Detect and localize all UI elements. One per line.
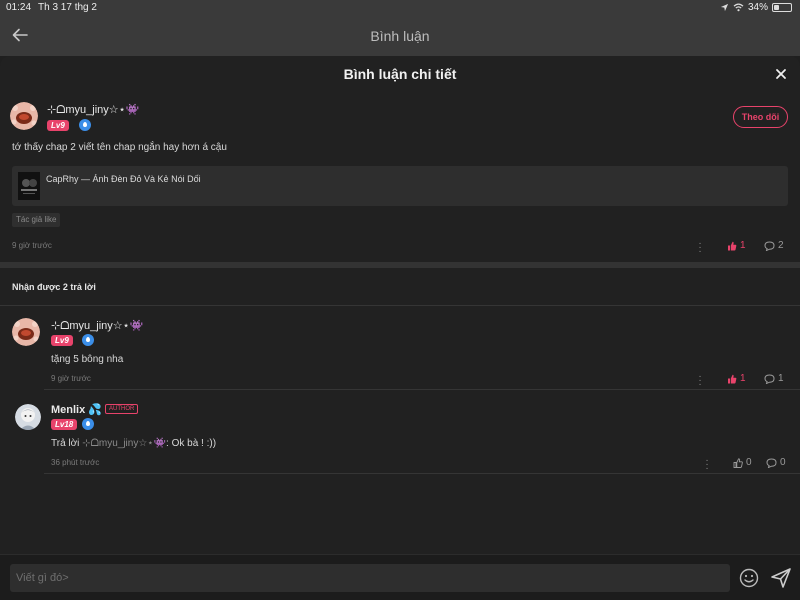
reply-text: tặng 5 bông nha xyxy=(51,354,124,365)
like-button[interactable]: 0 xyxy=(733,457,752,468)
status-bar: 01:24 Th 3 17 thg 2 34% xyxy=(0,0,800,16)
more-options-icon[interactable]: · · · xyxy=(697,239,703,257)
replies-header: Nhận được 2 trả lời xyxy=(12,282,96,292)
status-time: 01:24 xyxy=(6,2,32,13)
username[interactable]: ⊹ᗝmyu_jiny☆⋆👾 xyxy=(47,103,139,117)
sheet-title: Bình luận chi tiết xyxy=(343,66,457,82)
level-badge: Lv9 xyxy=(51,335,73,346)
chapter-link-card[interactable]: CapRhy — Ánh Đèn Đỏ Và Kẻ Nói Dối xyxy=(12,166,788,206)
comment-bubble-icon xyxy=(764,373,775,384)
like-count: 1 xyxy=(740,373,746,384)
username[interactable]: Menlix 💦 xyxy=(51,403,102,416)
divider xyxy=(0,305,800,306)
follow-button[interactable]: Theo dõi xyxy=(733,106,788,128)
more-options-icon[interactable]: · · · xyxy=(697,372,703,390)
comment-detail-sheet: Bình luận chi tiết ⊹ᗝmyu_jiny☆⋆👾 Lv9 The… xyxy=(0,56,800,600)
water-drop-badge-icon xyxy=(82,334,94,346)
reply-time: 36 phút trước xyxy=(51,458,100,467)
comment-composer xyxy=(0,554,800,600)
reply-count-button[interactable]: 2 xyxy=(764,240,784,251)
like-count: 1 xyxy=(740,240,746,251)
water-drop-badge-icon xyxy=(79,119,91,131)
comment-text: tớ thấy chap 2 viết tên chap ngắn hay hơ… xyxy=(12,142,227,153)
avatar[interactable] xyxy=(12,318,40,346)
reply-text: : Ok bà ! :)) xyxy=(166,438,217,449)
username[interactable]: ⊹ᗝmyu_jiny☆⋆👾 xyxy=(51,319,143,333)
like-count: 0 xyxy=(746,457,752,468)
page-title: Bình luận xyxy=(370,28,430,44)
reply-count: 1 xyxy=(778,373,784,384)
chapter-title: CapRhy — Ánh Đèn Đỏ Và Kẻ Nói Dối xyxy=(46,174,201,184)
reply-prefix: Trả lời xyxy=(51,438,80,449)
water-drop-badge-icon xyxy=(82,418,94,430)
send-icon[interactable] xyxy=(770,567,792,589)
thumbs-up-outline-icon xyxy=(733,457,743,468)
reply-count-button[interactable]: 0 xyxy=(766,457,786,468)
author-liked-badge: Tác giả like xyxy=(12,213,61,227)
avatar-image xyxy=(12,318,40,346)
reply-time: 9 giờ trước xyxy=(51,374,91,383)
status-date: Th 3 17 thg 2 xyxy=(38,2,97,13)
battery-icon xyxy=(772,3,792,12)
chapter-thumbnail xyxy=(18,172,40,200)
battery-fill xyxy=(774,5,779,10)
divider xyxy=(44,473,800,474)
level-badge: Lv18 xyxy=(51,419,78,430)
comment-input[interactable] xyxy=(10,564,730,592)
close-icon[interactable] xyxy=(774,67,788,81)
avatar[interactable] xyxy=(10,102,38,130)
comment-time: 9 giờ trước xyxy=(12,241,52,250)
avatar[interactable] xyxy=(15,404,41,430)
comment-bubble-icon xyxy=(764,240,775,251)
wifi-icon xyxy=(733,3,744,12)
more-options-icon[interactable]: · · · xyxy=(704,456,710,474)
top-nav: Bình luận xyxy=(0,16,800,56)
thumbs-up-icon xyxy=(728,374,737,383)
reply-count-button[interactable]: 1 xyxy=(764,373,784,384)
battery-percent: 34% xyxy=(747,2,768,13)
divider xyxy=(44,389,800,390)
reply-count: 0 xyxy=(780,457,786,468)
avatar-image xyxy=(15,404,41,430)
location-icon xyxy=(720,3,729,12)
author-tag: AUTHOR xyxy=(105,404,139,414)
avatar-image xyxy=(10,102,38,130)
section-divider xyxy=(0,262,800,268)
comment-bubble-icon xyxy=(766,457,777,468)
reply-mention[interactable]: ⊹ᗝmyu_jiny☆⋆👾 xyxy=(82,438,166,449)
like-button[interactable]: 1 xyxy=(727,373,746,384)
reply-count: 2 xyxy=(778,240,784,251)
emoji-icon[interactable] xyxy=(739,568,759,588)
reply-text-line: Trả lời ⊹ᗝmyu_jiny☆⋆👾: Ok bà ! :)) xyxy=(51,438,216,449)
like-button[interactable]: 1 xyxy=(727,240,746,251)
level-badge: Lv9 xyxy=(47,120,69,131)
thumbs-up-icon xyxy=(728,241,737,250)
